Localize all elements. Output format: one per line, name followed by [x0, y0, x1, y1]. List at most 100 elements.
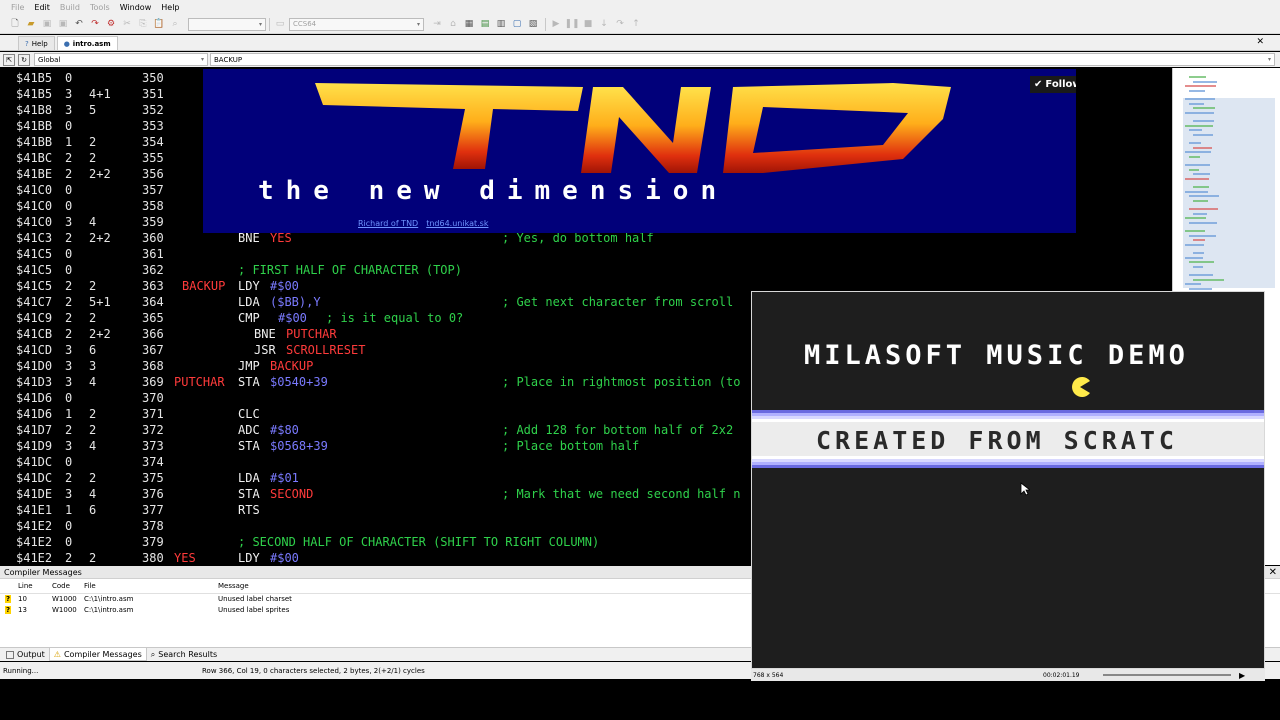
menu-item-file[interactable]: File [6, 3, 29, 12]
minimap-line [1189, 261, 1214, 264]
config-select[interactable]: ▾ [188, 17, 266, 31]
emulator-play-icon[interactable]: ▶ [1239, 671, 1245, 680]
code-cycles: 5+1 [89, 295, 111, 309]
toolbar: 🗋 ▰ ▣ ▣ ↶ ↷ ⚙ ✂ ⎘ 📋 ⌕ ▾ ▭ CCS64 ▾ ⇥ ⌂ ▦ ▤… [0, 15, 1280, 34]
stop-icon[interactable]: ■ [581, 17, 595, 31]
debug-icon[interactable]: ▦ [462, 17, 476, 31]
sprite-icon[interactable]: ▥ [494, 17, 508, 31]
code-address: $41D6 [16, 391, 53, 405]
emulator-window[interactable]: MILASOFT MUSIC DEMO CREATED FROM SCRATC … [751, 291, 1265, 681]
code-address: $41D0 [16, 359, 53, 373]
save-icon[interactable]: ▣ [40, 17, 54, 31]
banner-link-site[interactable]: tnd64.unikat.sk [426, 219, 488, 228]
scope-select[interactable]: Global ▾ [34, 53, 208, 66]
emulator-screen[interactable]: MILASOFT MUSIC DEMO CREATED FROM SCRATC [752, 292, 1264, 668]
code-cycles: 4+1 [89, 87, 111, 101]
open-folder-icon[interactable]: ▰ [24, 17, 38, 31]
memory-icon[interactable]: ▤ [478, 17, 492, 31]
code-address: $41E2 [16, 551, 53, 565]
redo-icon[interactable]: ↷ [88, 17, 102, 31]
col-file[interactable]: File [84, 582, 96, 590]
minimap-line [1185, 190, 1208, 193]
emulator-status-bar: 768 x 564 00:02:01.19 ▶ [751, 669, 1265, 681]
follow-button[interactable]: ✔ Follow [1030, 76, 1076, 93]
tab-intro-asm[interactable]: ● intro.asm [56, 36, 118, 50]
tab-output-label: Output [17, 650, 45, 659]
build-icon[interactable]: ⚙ [104, 17, 118, 31]
bookmark-icon[interactable]: ⌂ [446, 17, 460, 31]
col-code[interactable]: Code [52, 582, 70, 590]
code-mnemonic: STA [238, 487, 260, 501]
step-out-icon[interactable]: ↑ [629, 17, 643, 31]
menu-item-edit[interactable]: Edit [29, 3, 55, 12]
code-operand: #$01 [270, 471, 299, 485]
emulator-resolution: 768 x 564 [753, 671, 784, 679]
new-file-icon[interactable]: 🗋 [8, 17, 22, 31]
chart-icon[interactable]: ▧ [526, 17, 540, 31]
tab-output[interactable]: Output [2, 648, 49, 661]
tab-help[interactable]: ? Help [18, 36, 55, 50]
code-cycles: 6 [89, 343, 97, 357]
menu-item-build[interactable]: Build [55, 3, 85, 12]
banner-link-author[interactable]: Richard of TND [358, 219, 418, 228]
save-all-icon[interactable]: ▣ [56, 17, 70, 31]
tab-help-label: Help [31, 39, 48, 48]
code-address: $41CD [16, 343, 53, 357]
code-line[interactable]: $41C5 0 362 ; FIRST HALF OF CHARACTER (TOP) [0, 262, 1170, 278]
code-address: $41BB [16, 119, 53, 133]
tab-compiler-messages[interactable]: ⚠ Compiler Messages [48, 648, 147, 661]
compiler-messages-title: Compiler Messages [4, 567, 82, 577]
code-cycles: 4 [89, 439, 97, 453]
menu-item-help[interactable]: Help [156, 3, 184, 12]
code-address: $41DC [16, 471, 53, 485]
code-bytes: 2 [65, 423, 73, 437]
step-icon[interactable]: ⇥ [430, 17, 444, 31]
close-panel-icon[interactable]: ✕ [1269, 567, 1277, 578]
code-line[interactable]: $41C5 0 361 [0, 246, 1170, 262]
code-bytes: 0 [65, 519, 73, 533]
code-bytes: 3 [65, 487, 73, 501]
paste-icon[interactable]: 📋 [152, 17, 166, 31]
line-number: 377 [142, 503, 164, 517]
refresh-icon[interactable]: ↻ [18, 53, 30, 66]
code-address: $41CB [16, 327, 53, 341]
monitor-icon[interactable]: ▢ [510, 17, 524, 31]
close-tab-icon[interactable]: ✕ [1256, 37, 1264, 47]
cut-icon[interactable]: ✂ [120, 17, 134, 31]
menu-item-window[interactable]: Window [115, 3, 157, 12]
minimap-line [1185, 111, 1214, 114]
target-select-label: CCS64 [293, 20, 317, 28]
target-select[interactable]: CCS64 ▾ [289, 17, 424, 31]
col-line[interactable]: Line [18, 582, 33, 590]
run-icon[interactable]: ▶ [549, 17, 563, 31]
copy-icon[interactable]: ⎘ [136, 17, 150, 31]
code-address: $41BB [16, 135, 53, 149]
scope-toggle-icon[interactable]: ⇱ [3, 53, 15, 66]
step-into-icon[interactable]: ↓ [597, 17, 611, 31]
tab-search-results[interactable]: ⌕ Search Results [147, 648, 221, 661]
code-label: PUTCHAR [174, 375, 225, 389]
code-bytes: 0 [65, 247, 73, 261]
step-over-icon[interactable]: ↷ [613, 17, 627, 31]
symbol-select[interactable]: BACKUP ▾ [210, 53, 1275, 66]
tnd-banner: the new dimension ✔ Follow Richard of TN… [203, 69, 1076, 233]
code-mnemonic: LDY [238, 551, 260, 565]
code-bytes: 0 [65, 263, 73, 277]
line-number: 360 [142, 231, 164, 245]
code-operand: #$80 [270, 423, 299, 437]
code-mnemonic: LDY [238, 279, 260, 293]
undo-icon[interactable]: ↶ [72, 17, 86, 31]
col-message[interactable]: Message [218, 582, 249, 590]
code-address: $41BC [16, 151, 53, 165]
code-address: $41C0 [16, 215, 53, 229]
menu-item-tools[interactable]: Tools [85, 3, 115, 12]
tnd-logo: the new dimension [258, 83, 951, 206]
code-operand: ($BB),Y [270, 295, 321, 309]
line-number: 371 [142, 407, 164, 421]
code-cycles: 4 [89, 215, 97, 229]
pause-icon[interactable]: ❚❚ [564, 17, 579, 31]
minimap-line [1189, 287, 1212, 290]
code-cycles: 2+2 [89, 167, 111, 181]
emulator-progress-track[interactable] [1103, 674, 1231, 676]
find-icon[interactable]: ⌕ [168, 17, 182, 31]
